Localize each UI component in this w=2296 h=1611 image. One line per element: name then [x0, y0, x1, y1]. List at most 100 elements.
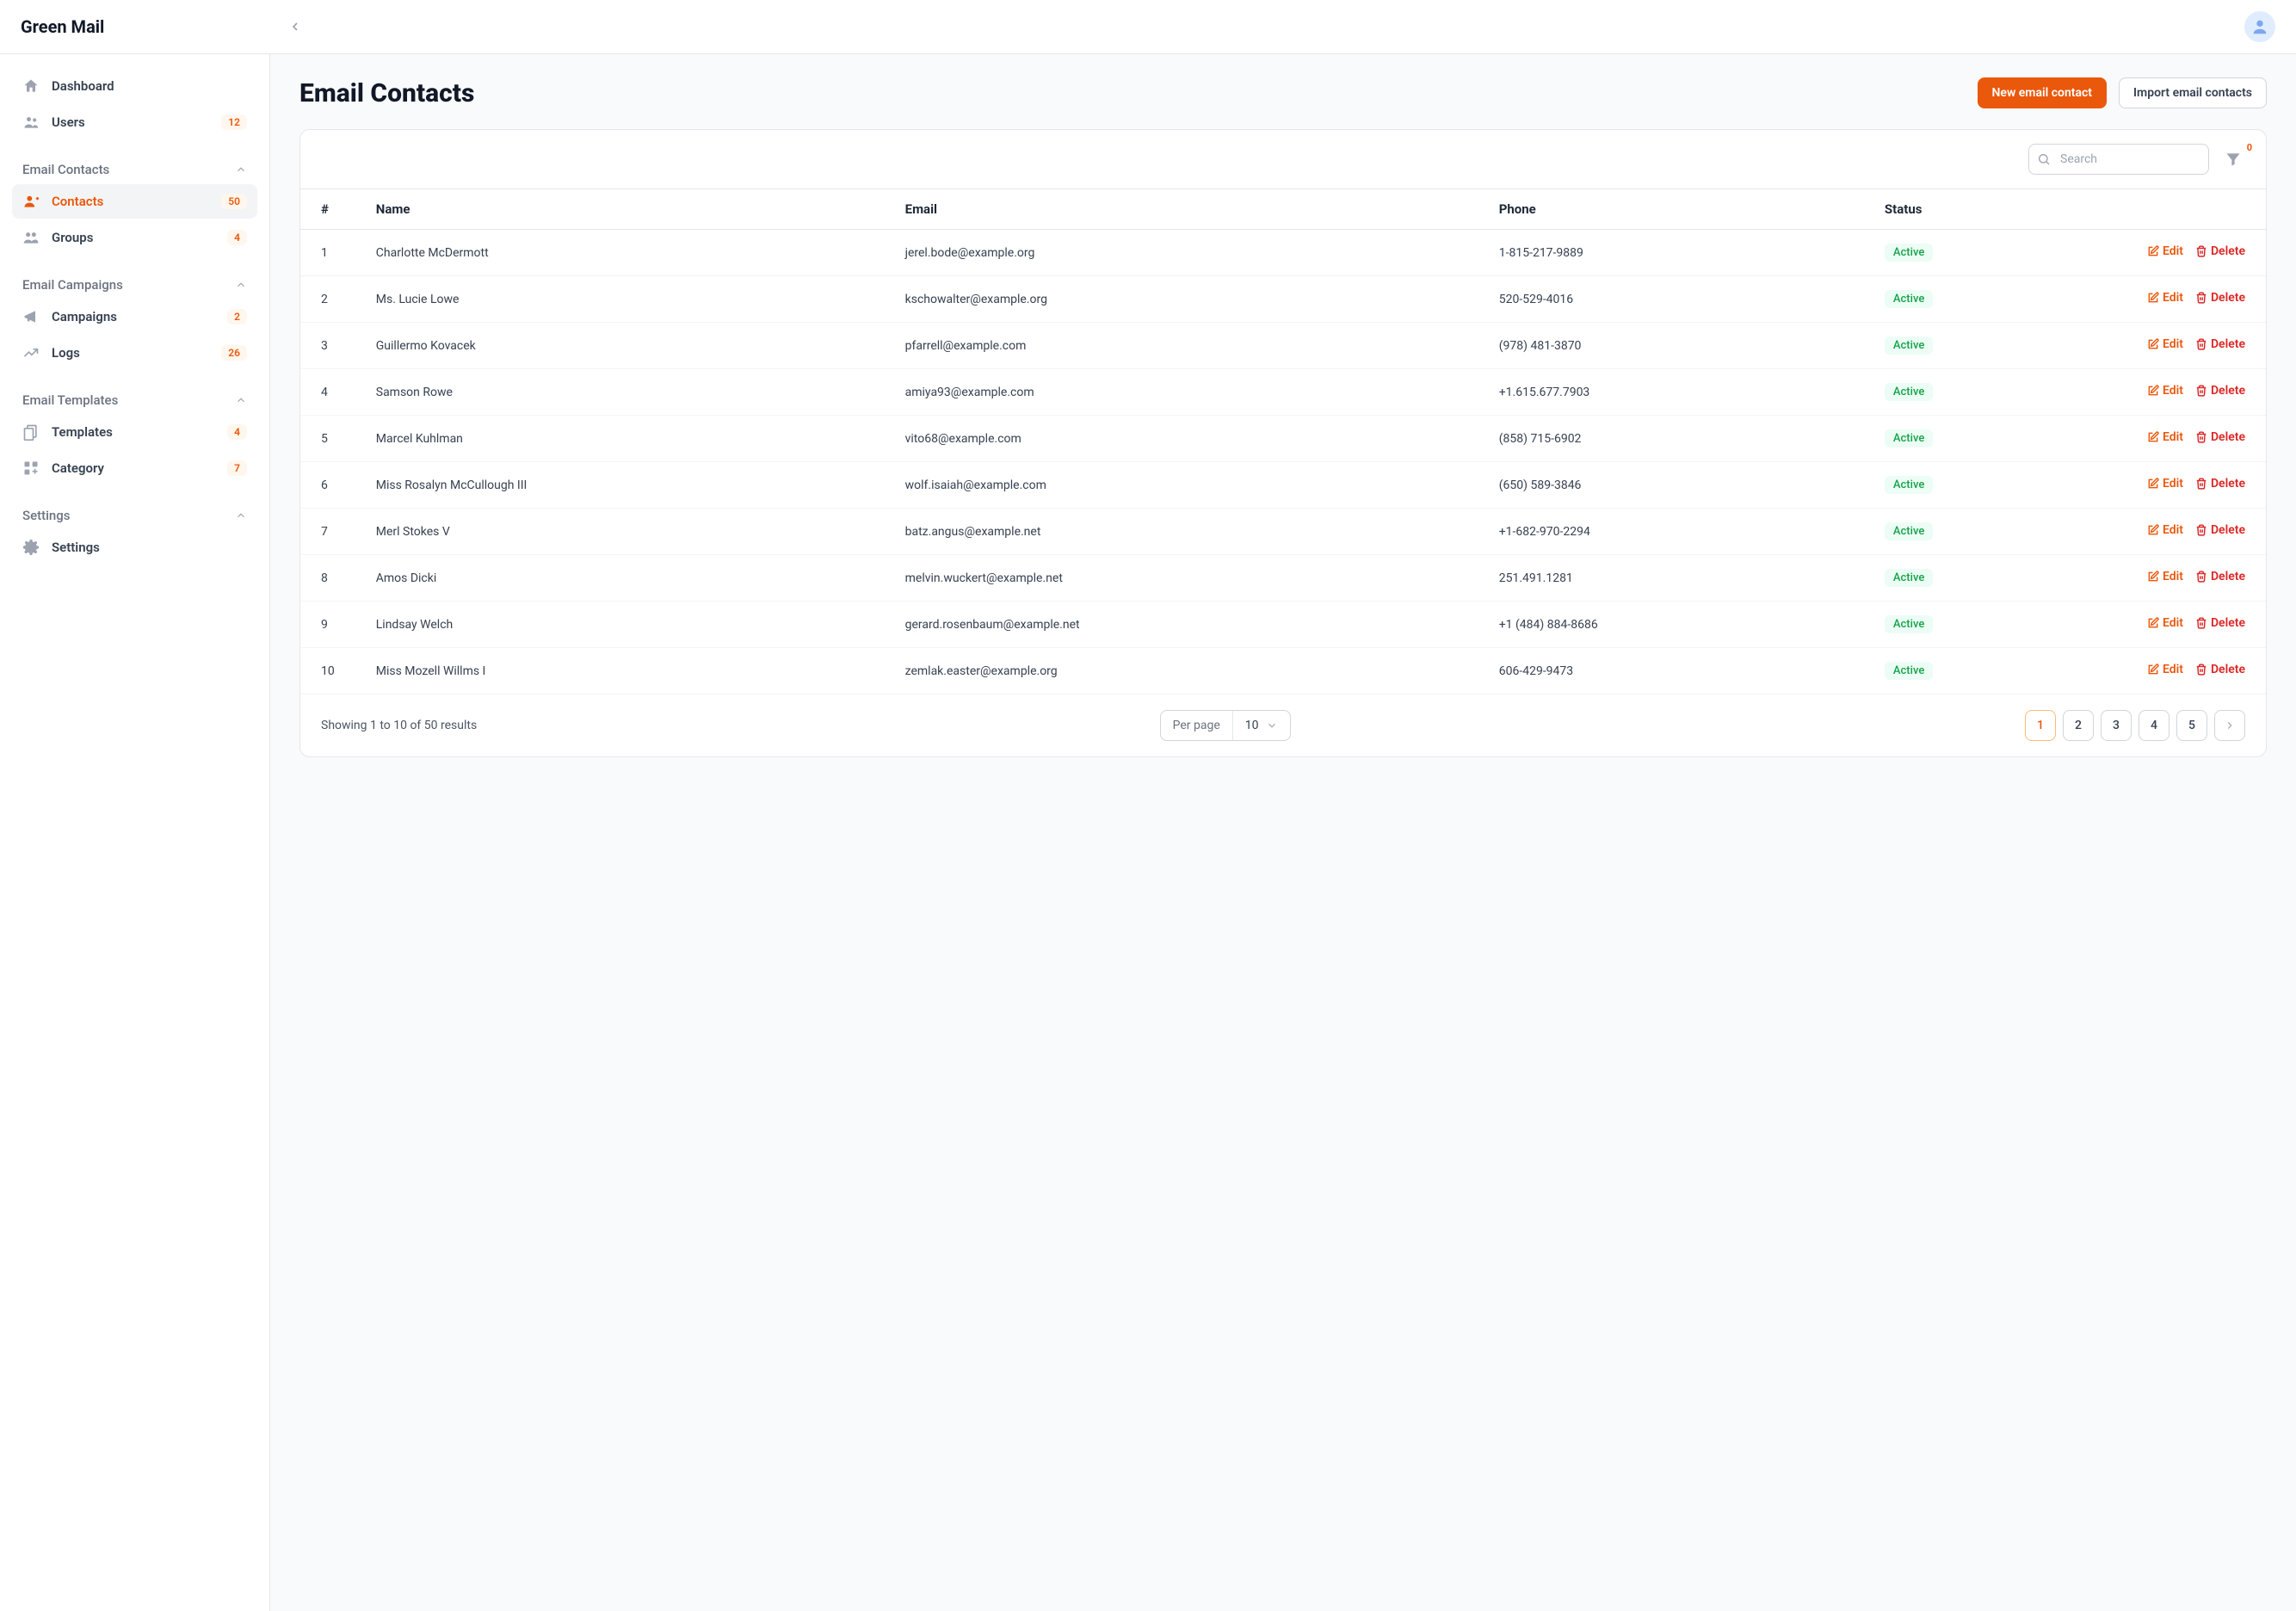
- page-title: Email Contacts: [299, 78, 474, 108]
- filter-button[interactable]: 0: [2221, 147, 2245, 171]
- edit-button[interactable]: Edit: [2147, 384, 2183, 398]
- edit-icon: [2147, 664, 2159, 676]
- sidebar-item-settings[interactable]: Settings: [12, 530, 257, 565]
- delete-button[interactable]: Delete: [2195, 337, 2245, 351]
- cell-email: gerard.rosenbaum@example.net: [885, 602, 1478, 648]
- per-page-selector[interactable]: Per page 10: [1160, 710, 1291, 741]
- sidebar-badge: 7: [227, 460, 247, 476]
- status-badge: Active: [1885, 290, 1933, 308]
- col-header-name[interactable]: Name: [355, 189, 885, 230]
- user-avatar[interactable]: [2244, 11, 2275, 42]
- cell-email: vito68@example.com: [885, 416, 1478, 462]
- table-row: 5Marcel Kuhlmanvito68@example.com(858) 7…: [300, 416, 2266, 462]
- cell-number: 3: [300, 323, 355, 369]
- sidebar-item-label: Contacts: [52, 194, 103, 209]
- delete-button[interactable]: Delete: [2195, 477, 2245, 491]
- cell-status: Active: [1864, 462, 2111, 509]
- edit-button[interactable]: Edit: [2147, 291, 2183, 305]
- sidebar-item-contacts[interactable]: Contacts50: [12, 184, 257, 219]
- new-email-contact-button[interactable]: New email contact: [1978, 77, 2108, 108]
- page-2-button[interactable]: 2: [2063, 710, 2094, 741]
- cell-phone: 606-429-9473: [1478, 648, 1864, 694]
- delete-button[interactable]: Delete: [2195, 384, 2245, 398]
- chevron-up-icon: [235, 164, 247, 176]
- table-row: 10Miss Mozell Willms Izemlak.easter@exam…: [300, 648, 2266, 694]
- brand-logo[interactable]: Green Mail: [21, 16, 104, 37]
- sidebar-section-settings[interactable]: Settings: [12, 497, 257, 530]
- edit-button[interactable]: Edit: [2147, 570, 2183, 583]
- settings-icon: [22, 539, 40, 556]
- status-badge: Active: [1885, 662, 1933, 680]
- sidebar-item-templates[interactable]: Templates4: [12, 415, 257, 449]
- cell-phone: +1.615.677.7903: [1478, 369, 1864, 416]
- edit-label: Edit: [2163, 430, 2183, 444]
- cell-status: Active: [1864, 323, 2111, 369]
- per-page-dropdown[interactable]: 10: [1232, 711, 1290, 740]
- chevron-up-icon: [235, 279, 247, 291]
- edit-button[interactable]: Edit: [2147, 477, 2183, 491]
- sidebar-item-dashboard[interactable]: Dashboard: [12, 69, 257, 103]
- chevron-up-icon: [235, 509, 247, 522]
- cell-name: Samson Rowe: [355, 369, 885, 416]
- sidebar-section-email-contacts[interactable]: Email Contacts: [12, 151, 257, 184]
- sidebar-item-category[interactable]: Category7: [12, 451, 257, 485]
- delete-button[interactable]: Delete: [2195, 616, 2245, 630]
- pagination: 12345: [2025, 710, 2245, 741]
- edit-button[interactable]: Edit: [2147, 616, 2183, 630]
- sidebar-item-label: Groups: [52, 230, 93, 245]
- sidebar-section-email-templates[interactable]: Email Templates: [12, 382, 257, 415]
- delete-label: Delete: [2211, 663, 2245, 676]
- edit-button[interactable]: Edit: [2147, 244, 2183, 258]
- col-header-number[interactable]: #: [300, 189, 355, 230]
- edit-icon: [2147, 571, 2159, 583]
- cell-phone: 251.491.1281: [1478, 555, 1864, 602]
- sidebar-section-email-campaigns[interactable]: Email Campaigns: [12, 267, 257, 299]
- sidebar-collapse-toggle[interactable]: [285, 16, 306, 37]
- sidebar-badge: 26: [221, 345, 247, 361]
- col-header-status[interactable]: Status: [1864, 189, 2111, 230]
- edit-icon: [2147, 245, 2159, 257]
- edit-button[interactable]: Edit: [2147, 430, 2183, 444]
- next-page-button[interactable]: [2214, 710, 2245, 741]
- edit-button[interactable]: Edit: [2147, 663, 2183, 676]
- filter-icon: [2225, 151, 2242, 168]
- page-5-button[interactable]: 5: [2176, 710, 2207, 741]
- table-row: 1Charlotte McDermottjerel.bode@example.o…: [300, 230, 2266, 276]
- status-badge: Active: [1885, 615, 1933, 633]
- per-page-value: 10: [1245, 719, 1259, 732]
- col-header-phone[interactable]: Phone: [1478, 189, 1864, 230]
- search-icon: [2037, 152, 2051, 166]
- cell-status: Active: [1864, 509, 2111, 555]
- contacts-table: # Name Email Phone Status 1Charlotte McD…: [300, 188, 2266, 694]
- page-4-button[interactable]: 4: [2139, 710, 2169, 741]
- edit-icon: [2147, 524, 2159, 536]
- delete-label: Delete: [2211, 523, 2245, 537]
- cell-phone: 1-815-217-9889: [1478, 230, 1864, 276]
- delete-button[interactable]: Delete: [2195, 663, 2245, 676]
- sidebar-item-groups[interactable]: Groups4: [12, 220, 257, 255]
- sidebar-badge: 12: [221, 114, 247, 130]
- import-email-contacts-button[interactable]: Import email contacts: [2119, 77, 2267, 108]
- search-input[interactable]: [2028, 144, 2209, 175]
- trash-icon: [2195, 338, 2207, 350]
- logs-icon: [22, 344, 40, 361]
- sidebar-item-users[interactable]: Users12: [12, 105, 257, 139]
- edit-button[interactable]: Edit: [2147, 337, 2183, 351]
- col-header-actions: [2111, 189, 2266, 230]
- page-1-button[interactable]: 1: [2025, 710, 2056, 741]
- groups-icon: [22, 229, 40, 246]
- delete-button[interactable]: Delete: [2195, 430, 2245, 444]
- delete-button[interactable]: Delete: [2195, 570, 2245, 583]
- delete-button[interactable]: Delete: [2195, 523, 2245, 537]
- chevron-up-icon: [235, 394, 247, 406]
- status-badge: Active: [1885, 476, 1933, 494]
- delete-button[interactable]: Delete: [2195, 291, 2245, 305]
- delete-button[interactable]: Delete: [2195, 244, 2245, 258]
- sidebar-item-logs[interactable]: Logs26: [12, 336, 257, 370]
- col-header-email[interactable]: Email: [885, 189, 1478, 230]
- cell-name: Amos Dicki: [355, 555, 885, 602]
- cell-name: Lindsay Welch: [355, 602, 885, 648]
- page-3-button[interactable]: 3: [2101, 710, 2132, 741]
- sidebar-item-campaigns[interactable]: Campaigns2: [12, 299, 257, 334]
- edit-button[interactable]: Edit: [2147, 523, 2183, 537]
